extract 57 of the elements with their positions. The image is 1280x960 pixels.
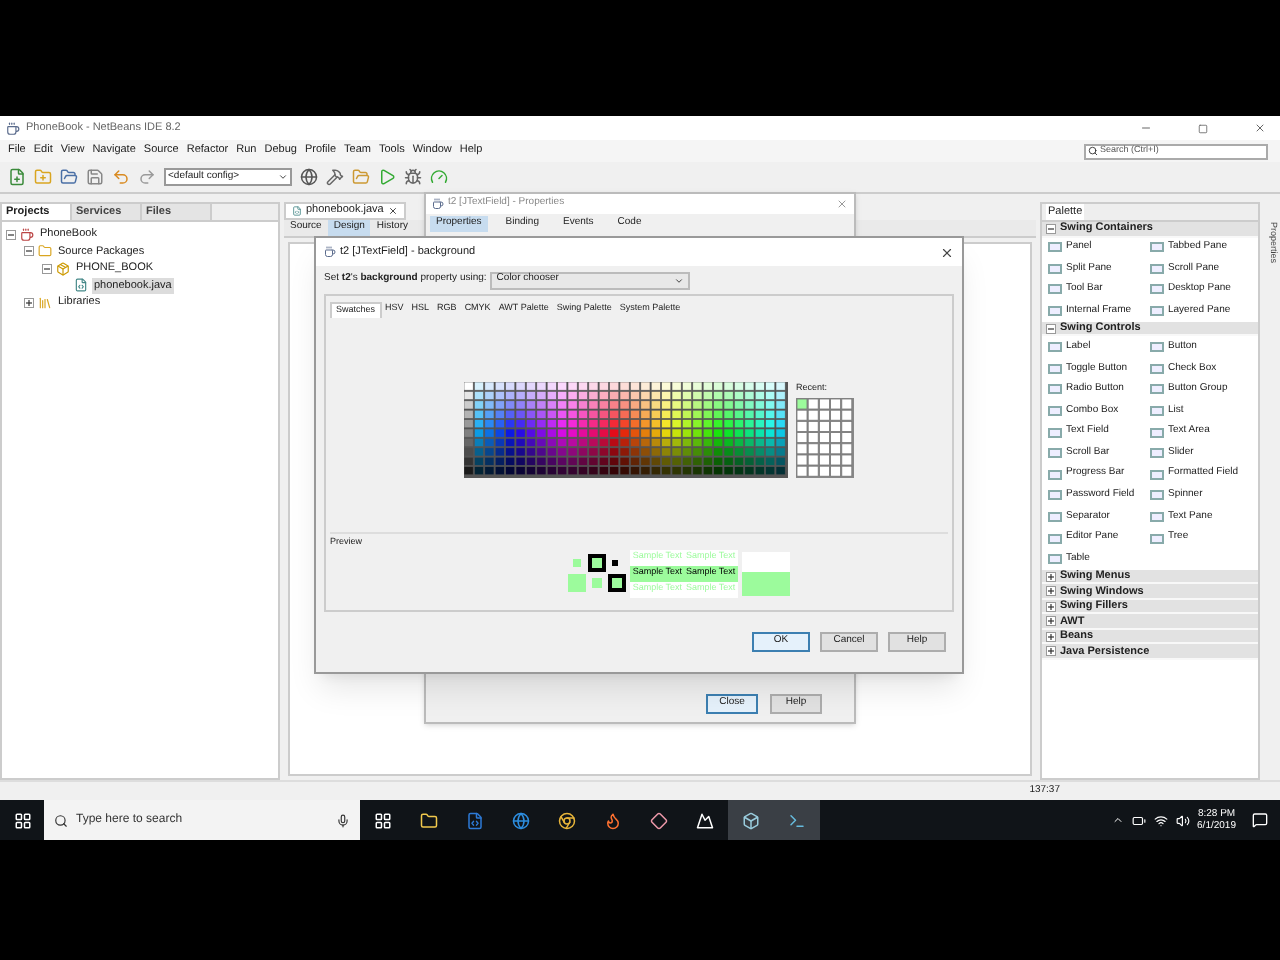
recent-colors-grid[interactable]	[796, 397, 854, 478]
microphone-icon[interactable]	[336, 813, 350, 827]
app-icon	[6, 121, 20, 135]
save-icon[interactable]	[86, 168, 104, 186]
package-icon	[56, 261, 70, 276]
coffee-cup-icon	[20, 227, 34, 242]
cube-icon[interactable]	[742, 811, 760, 829]
library-icon	[38, 295, 52, 310]
app-icon	[432, 198, 444, 210]
close-icon[interactable]	[940, 245, 954, 259]
caret-icon	[278, 172, 288, 182]
expand-icon[interactable]	[1046, 616, 1056, 627]
expand-icon[interactable]	[1046, 601, 1056, 612]
collapse-icon[interactable]	[42, 263, 52, 274]
volume-icon[interactable]	[1175, 813, 1190, 827]
notification-icon[interactable]	[1252, 812, 1268, 828]
expand-icon[interactable]	[1046, 571, 1056, 582]
color-swatch-grid[interactable]	[464, 382, 788, 478]
java-file-icon	[292, 206, 302, 216]
diamond-icon[interactable]	[650, 811, 668, 829]
windows-start-icon[interactable]	[13, 811, 31, 829]
collapse-icon[interactable]	[6, 229, 16, 240]
caret-icon	[674, 275, 685, 285]
mountain-icon[interactable]	[696, 811, 714, 829]
new-file-icon[interactable]	[8, 168, 26, 186]
globe-icon[interactable]	[300, 168, 318, 186]
search-icon	[1088, 146, 1098, 156]
hammer-icon[interactable]	[326, 168, 344, 186]
flame-icon[interactable]	[604, 811, 622, 829]
task-view-icon[interactable]	[374, 811, 392, 829]
expand-icon[interactable]	[1046, 646, 1056, 657]
expand-icon[interactable]	[1046, 631, 1056, 642]
run-icon[interactable]	[378, 168, 396, 186]
wifi-icon[interactable]	[1153, 813, 1168, 827]
browser-icon[interactable]	[558, 811, 576, 829]
chevron-up-icon[interactable]	[1111, 814, 1124, 826]
open-folder-icon[interactable]	[60, 168, 78, 186]
terminal-icon[interactable]	[788, 811, 806, 829]
collapse-icon[interactable]	[1046, 323, 1056, 334]
folder-icon[interactable]	[420, 811, 438, 829]
bug-icon[interactable]	[404, 168, 422, 186]
preview-block-drawing	[741, 551, 790, 596]
app-icon	[324, 246, 336, 258]
collapse-icon[interactable]	[24, 246, 34, 257]
java-file-icon	[74, 278, 88, 293]
code-file-icon[interactable]	[466, 811, 484, 829]
maximize-icon[interactable]	[1198, 123, 1208, 133]
folder-icon	[38, 244, 52, 259]
close-icon[interactable]	[1254, 122, 1266, 134]
preview-squares-drawing	[568, 554, 627, 593]
search-icon	[54, 813, 68, 827]
expand-icon[interactable]	[24, 297, 34, 308]
battery-icon[interactable]	[1131, 813, 1146, 827]
expand-icon[interactable]	[1046, 586, 1056, 597]
collapse-icon[interactable]	[1046, 223, 1056, 234]
gauge-icon[interactable]	[430, 168, 448, 186]
globe-icon[interactable]	[512, 811, 530, 829]
